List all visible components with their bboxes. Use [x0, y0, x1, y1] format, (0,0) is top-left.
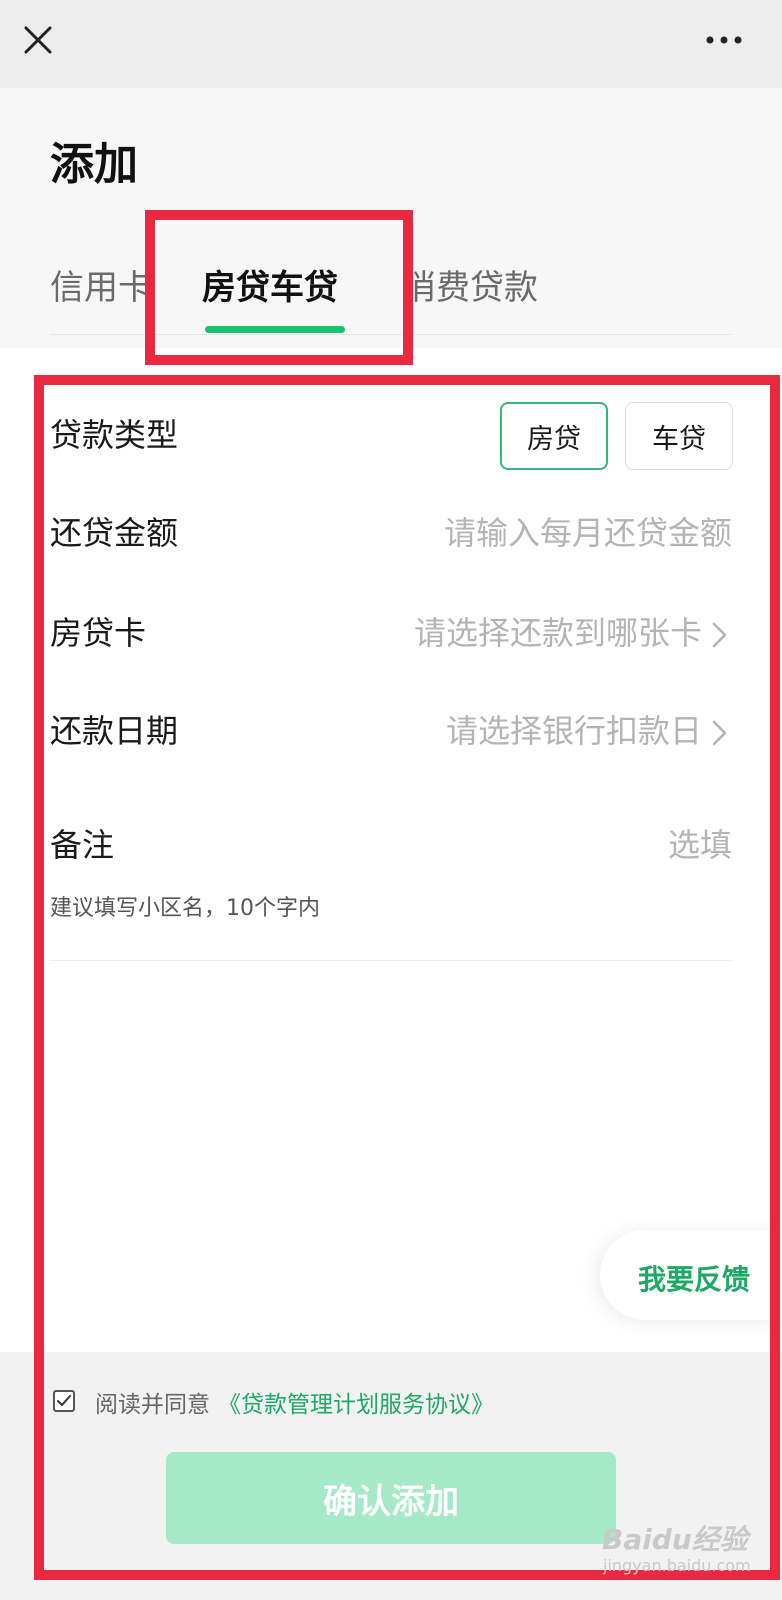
watermark-url: jingyan.baidu.com — [603, 1556, 751, 1575]
tab-consumer-loan[interactable]: 消费贷款 — [402, 260, 538, 309]
watermark: Baidu经验 — [602, 1523, 748, 1556]
more-icon[interactable] — [704, 28, 744, 52]
top-bar — [0, 0, 782, 88]
close-icon[interactable] — [18, 20, 58, 60]
highlight-box-form — [34, 375, 780, 1580]
page-title: 添加 — [50, 139, 138, 190]
highlight-box-tab — [145, 210, 413, 365]
tab-credit-card[interactable]: 信用卡 — [50, 260, 152, 309]
